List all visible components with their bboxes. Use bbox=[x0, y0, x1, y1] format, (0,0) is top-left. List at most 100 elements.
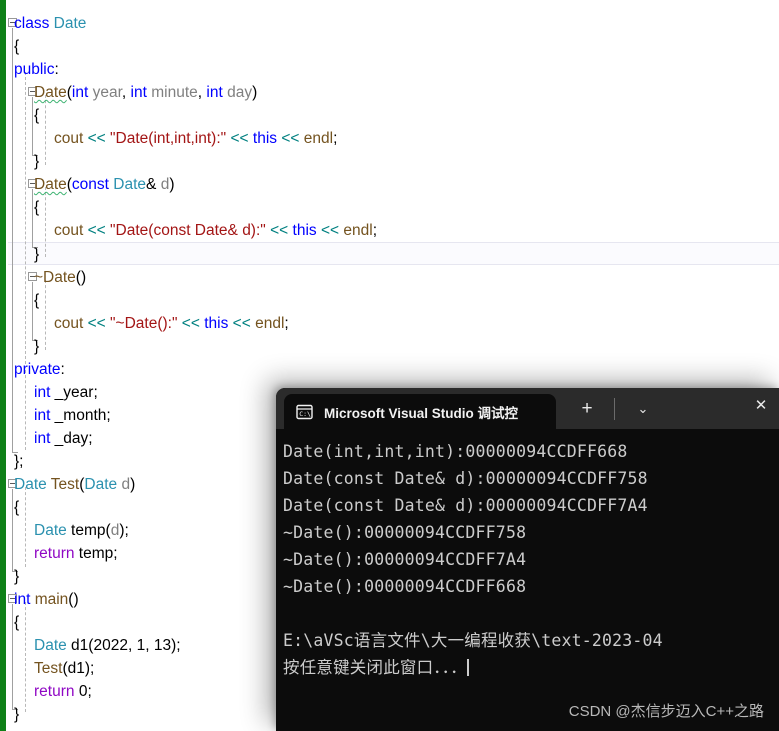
code-token: int bbox=[130, 84, 147, 101]
code-token: Date bbox=[84, 476, 118, 493]
code-line-content: return temp; bbox=[0, 542, 118, 565]
code-line[interactable]: { bbox=[0, 196, 39, 219]
code-token: << bbox=[232, 315, 251, 332]
code-line[interactable]: private: bbox=[0, 358, 65, 381]
code-line-content: class Date bbox=[0, 12, 86, 35]
code-line[interactable]: Test(d1); bbox=[0, 657, 94, 680]
code-token: main bbox=[34, 591, 69, 608]
code-token: << bbox=[87, 130, 106, 147]
code-token: , bbox=[121, 84, 131, 101]
terminal-window[interactable]: C:\ Microsoft Visual Studio 调试控 ✕ + ⌄ Da… bbox=[276, 388, 779, 731]
code-line-content: } bbox=[0, 565, 19, 588]
code-token: : bbox=[54, 61, 59, 78]
code-line[interactable]: } bbox=[0, 565, 19, 588]
terminal-output-line: Date(const Date& d):00000094CCDFF758 bbox=[283, 469, 648, 488]
code-line[interactable]: return temp; bbox=[0, 542, 118, 565]
new-tab-icon[interactable]: + bbox=[574, 398, 600, 420]
code-token: int bbox=[14, 591, 31, 608]
code-token: } bbox=[34, 153, 40, 170]
code-token: 13 bbox=[153, 637, 172, 654]
code-token: class bbox=[14, 15, 50, 32]
code-token: } bbox=[14, 568, 20, 585]
code-line[interactable]: } bbox=[0, 703, 19, 726]
code-line-content: } bbox=[0, 703, 19, 726]
code-line-content: Date(int year, int minute, int day) bbox=[0, 81, 257, 104]
code-line[interactable]: } bbox=[0, 150, 39, 173]
code-token: ); bbox=[119, 522, 129, 539]
terminal-output-line: ~Date():00000094CCDFF668 bbox=[283, 577, 527, 596]
code-line-content: { bbox=[0, 196, 39, 219]
code-token: , bbox=[145, 637, 154, 654]
code-line[interactable]: class Date bbox=[0, 12, 86, 35]
code-line[interactable]: int _month; bbox=[0, 404, 111, 427]
code-token: ) bbox=[130, 476, 136, 493]
code-line[interactable]: int _day; bbox=[0, 427, 93, 450]
code-line[interactable]: Date(int year, int minute, int day) bbox=[0, 81, 257, 104]
code-line[interactable]: public: bbox=[0, 58, 59, 81]
terminal-prompt-text: 按任意键关闭此窗口．．． bbox=[283, 658, 467, 677]
code-token: private bbox=[14, 361, 61, 378]
terminal-prompt-line: 按任意键关闭此窗口．．． bbox=[283, 654, 779, 681]
code-line[interactable]: Date(const Date& d) bbox=[0, 173, 175, 196]
terminal-tab[interactable]: C:\ Microsoft Visual Studio 调试控 bbox=[284, 394, 556, 429]
code-token: "Date(const Date& d):" bbox=[110, 222, 266, 239]
code-line-content: Test(d1); bbox=[0, 657, 94, 680]
code-token: ; bbox=[284, 315, 289, 332]
code-token: Date bbox=[14, 476, 47, 493]
code-token: int bbox=[34, 384, 51, 401]
code-line-content: { bbox=[0, 35, 19, 58]
code-token: { bbox=[14, 614, 20, 631]
csdn-watermark: CSDN @杰信步迈入C++之路 bbox=[568, 703, 764, 720]
code-line[interactable]: { bbox=[0, 35, 19, 58]
code-token: } bbox=[14, 706, 20, 723]
code-token: d1( bbox=[66, 637, 94, 654]
code-line[interactable]: } bbox=[0, 243, 39, 266]
terminal-titlebar[interactable]: C:\ Microsoft Visual Studio 调试控 ✕ + ⌄ bbox=[276, 388, 779, 429]
code-token: Test bbox=[34, 660, 63, 677]
code-line[interactable]: ~Date() bbox=[0, 266, 86, 289]
terminal-tab-title: Microsoft Visual Studio 调试控 bbox=[324, 405, 519, 421]
code-line-content: }; bbox=[0, 450, 23, 473]
code-line-content: Date d1(2022, 1, 13); bbox=[0, 634, 181, 657]
code-line[interactable]: } bbox=[0, 335, 39, 358]
code-line[interactable]: { bbox=[0, 611, 19, 634]
code-token: << bbox=[281, 130, 300, 147]
terminal-output[interactable]: Date(int,int,int):00000094CCDFF668 Date(c… bbox=[276, 429, 779, 731]
code-token: minute bbox=[151, 84, 198, 101]
code-line[interactable]: Date Test(Date d) bbox=[0, 473, 135, 496]
code-line[interactable]: int main() bbox=[0, 588, 79, 611]
code-line[interactable]: cout << "Date(int,int,int):" << this << … bbox=[0, 127, 337, 150]
code-token: () bbox=[75, 269, 87, 286]
code-token: temp bbox=[66, 522, 106, 539]
code-line[interactable]: { bbox=[0, 496, 19, 519]
code-line[interactable]: cout << "~Date():" << this << endl; bbox=[0, 312, 289, 335]
code-token: } bbox=[34, 246, 40, 263]
code-token: _month; bbox=[50, 407, 111, 424]
code-line-content: { bbox=[0, 104, 39, 127]
code-line-content: Date(const Date& d) bbox=[0, 173, 175, 196]
code-line-content: } bbox=[0, 335, 39, 358]
code-line-content: cout << "Date(const Date& d):" << this <… bbox=[0, 219, 377, 242]
code-line[interactable]: return 0; bbox=[0, 680, 92, 703]
close-icon[interactable]: ✕ bbox=[752, 397, 770, 415]
code-line[interactable]: Date temp(d); bbox=[0, 519, 129, 542]
code-line[interactable]: }; bbox=[0, 450, 23, 473]
code-token: int bbox=[71, 84, 89, 101]
chevron-down-icon[interactable]: ⌄ bbox=[630, 399, 656, 419]
terminal-output-line: ~Date():00000094CCDFF7A4 bbox=[283, 550, 527, 569]
code-line-content: int _day; bbox=[0, 427, 93, 450]
screenshot-root: class Date{public: Date(int year, int min… bbox=[0, 0, 779, 731]
code-token: endl bbox=[255, 315, 285, 332]
code-line[interactable]: Date d1(2022, 1, 13); bbox=[0, 634, 181, 657]
code-token: d bbox=[121, 476, 131, 493]
code-token: endl bbox=[343, 222, 373, 239]
code-token: this bbox=[292, 222, 317, 239]
code-line[interactable]: cout << "Date(const Date& d):" << this <… bbox=[0, 219, 377, 242]
terminal-cursor bbox=[466, 659, 469, 676]
code-token: Date bbox=[34, 84, 67, 101]
code-token: << bbox=[87, 222, 106, 239]
code-line[interactable]: int _year; bbox=[0, 381, 98, 404]
code-line[interactable]: { bbox=[0, 289, 39, 312]
code-line[interactable]: { bbox=[0, 104, 39, 127]
code-line-content: } bbox=[0, 150, 39, 173]
